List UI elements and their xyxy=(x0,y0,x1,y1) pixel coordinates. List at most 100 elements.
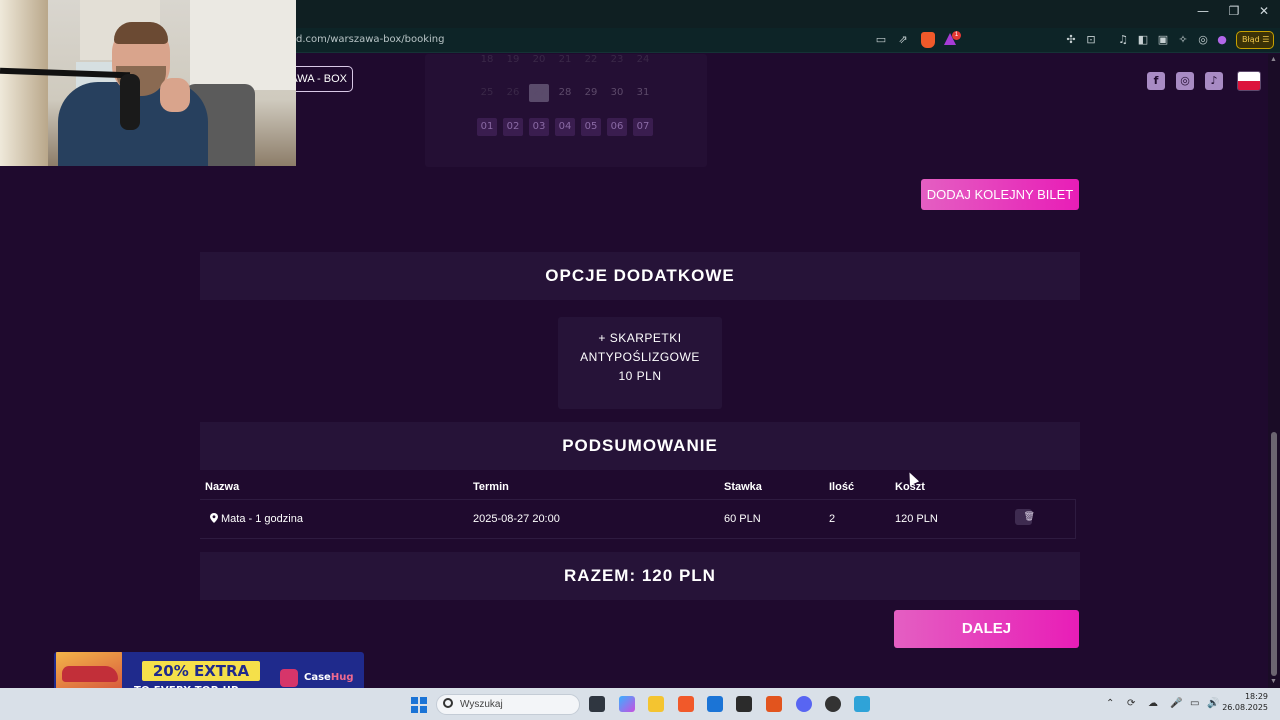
calendar-day[interactable]: 02 xyxy=(503,118,523,136)
microphone xyxy=(120,74,140,130)
task-view-icon[interactable] xyxy=(589,696,605,712)
taskbar-search-input[interactable]: Wyszukaj xyxy=(436,694,580,715)
profile-icon[interactable]: ● xyxy=(1215,33,1229,47)
row-rate: 60 PLN xyxy=(724,513,761,525)
scrollbar-thumb[interactable] xyxy=(1271,432,1277,676)
row-date: 2025-08-27 20:00 xyxy=(473,513,560,525)
ad-brand-b: Hug xyxy=(330,672,354,683)
summary-table-header: Nazwa Termin Stawka Ilość Koszt xyxy=(200,476,1080,500)
copilot-icon[interactable] xyxy=(619,696,635,712)
share-icon[interactable]: ⇗ xyxy=(896,33,910,47)
file-explorer-icon[interactable] xyxy=(648,696,664,712)
store-icon[interactable] xyxy=(707,696,723,712)
column-header-name: Nazwa xyxy=(205,481,240,493)
ad-extra-text: 20% EXTRA xyxy=(142,661,260,681)
ad-brand-a: Case xyxy=(304,672,331,683)
column-header-qty: Ilość xyxy=(829,481,855,493)
windows-taskbar xyxy=(0,688,1280,720)
calendar-day[interactable]: 28 xyxy=(555,84,575,102)
column-header-date: Termin xyxy=(473,481,509,493)
discord-icon[interactable] xyxy=(796,696,812,712)
calendar-day[interactable]: 07 xyxy=(633,118,653,136)
obs-icon[interactable] xyxy=(825,696,841,712)
scroll-down-icon[interactable]: ▼ xyxy=(1270,678,1277,685)
calendar-day[interactable]: 06 xyxy=(607,118,627,136)
date-calendar: 18 19 20 21 22 23 24 25 26 27 28 29 30 3… xyxy=(425,54,707,167)
calendar-day[interactable]: 29 xyxy=(581,84,601,102)
microphone-tray-icon[interactable]: 🎤 xyxy=(1170,698,1182,709)
webcam-window xyxy=(0,0,48,166)
next-button[interactable]: DALEJ xyxy=(894,610,1079,648)
webcam-overlay xyxy=(0,0,296,166)
row-name: Mata - 1 godzina xyxy=(221,513,303,525)
trash-icon: 🗑 xyxy=(1023,512,1035,522)
clock-date: 26.08.2025 xyxy=(1222,703,1268,712)
error-status-label: Błąd xyxy=(1242,35,1260,44)
terminal-icon[interactable] xyxy=(736,696,752,712)
network-icon[interactable]: ▭ xyxy=(1190,698,1199,709)
wallet-icon[interactable]: ▣ xyxy=(1156,33,1170,47)
polish-flag-icon[interactable] xyxy=(1237,71,1261,91)
close-icon[interactable]: ✕ xyxy=(1249,4,1279,18)
notepad-icon[interactable] xyxy=(854,696,870,712)
calendar-week-row: 25 26 27 28 29 30 31 xyxy=(477,84,653,102)
screenshot-icon[interactable]: ⊡ xyxy=(1084,33,1098,47)
instagram-icon[interactable]: ◎ xyxy=(1176,72,1194,90)
facebook-icon[interactable]: f xyxy=(1147,72,1165,90)
calendar-day[interactable]: 31 xyxy=(633,84,653,102)
addon-name-line1: + SKARPETKI xyxy=(598,331,682,345)
sidebar-icon[interactable]: ◧ xyxy=(1136,33,1150,47)
addon-price: 10 PLN xyxy=(618,369,662,383)
media-icon[interactable]: ♫ xyxy=(1116,33,1130,47)
calendar-day: 22 xyxy=(584,54,598,65)
delete-row-button[interactable]: 🗑 xyxy=(1015,509,1035,525)
extensions-icon[interactable]: ✣ xyxy=(1064,33,1078,47)
calendar-day[interactable]: 05 xyxy=(581,118,601,136)
ad-shoe-graphic xyxy=(62,666,118,682)
calendar-day: 21 xyxy=(558,54,572,65)
search-icon xyxy=(443,698,453,708)
tiktok-icon[interactable]: ♪ xyxy=(1205,72,1223,90)
volume-icon[interactable]: 🔊 xyxy=(1207,698,1219,709)
calendar-day: 23 xyxy=(610,54,624,65)
url-text[interactable]: d.com/warszawa-box/booking xyxy=(296,34,444,45)
leo-icon[interactable]: ✧ xyxy=(1176,33,1190,47)
add-ticket-button[interactable]: DODAJ KOLEJNY BILET xyxy=(921,179,1079,210)
scroll-up-icon[interactable]: ▲ xyxy=(1270,56,1277,63)
total-summary: RAZEM: 120 PLN xyxy=(200,552,1080,600)
restore-icon[interactable]: ❐ xyxy=(1219,4,1249,18)
brave-active-icon[interactable] xyxy=(766,696,782,712)
calendar-day[interactable]: 03 xyxy=(529,118,549,136)
site-logo-button[interactable]: AWA - BOX xyxy=(286,66,353,92)
minimize-icon[interactable]: — xyxy=(1188,4,1218,18)
casehug-logo-icon xyxy=(280,669,298,687)
calendar-day: 24 xyxy=(636,54,650,65)
location-pin-icon xyxy=(210,513,218,526)
calendar-day-selected[interactable]: 27 xyxy=(529,84,549,102)
brave-shields-icon[interactable] xyxy=(921,32,935,48)
calendar-week-row: 01 02 03 04 05 06 07 xyxy=(477,118,653,136)
tray-chevron-icon[interactable]: ⌃ xyxy=(1106,698,1114,709)
calendar-day: 26 xyxy=(506,87,520,98)
error-status-button[interactable]: Błąd ☰ xyxy=(1236,31,1274,49)
calendar-day: 19 xyxy=(506,54,520,65)
taskbar-clock[interactable]: 18:29 26.08.2025 xyxy=(1222,691,1268,713)
calendar-day[interactable]: 04 xyxy=(555,118,575,136)
cast-icon[interactable]: ▭ xyxy=(874,33,888,47)
streamer-hair xyxy=(114,22,168,44)
tray-sync-icon[interactable]: ⟳ xyxy=(1127,698,1135,709)
table-row: Mata - 1 godzina 2025-08-27 20:00 60 PLN… xyxy=(200,499,1076,539)
calendar-day[interactable]: 30 xyxy=(607,84,627,102)
clock-time: 18:29 xyxy=(1244,692,1268,701)
column-header-rate: Stawka xyxy=(724,481,762,493)
onedrive-icon[interactable]: ☁ xyxy=(1148,698,1158,709)
addon-name-line2: ANTYPOŚLIZGOWE xyxy=(580,350,700,364)
calendar-day: 25 xyxy=(480,87,494,98)
vpn-icon[interactable]: ◎ xyxy=(1196,33,1210,47)
windows-start-icon[interactable] xyxy=(411,697,427,713)
addon-socks-card[interactable]: + SKARPETKI ANTYPOŚLIZGOWE 10 PLN xyxy=(558,317,722,409)
extras-heading: OPCJE DODATKOWE xyxy=(200,252,1080,300)
brave-browser-icon[interactable] xyxy=(678,696,694,712)
webcam-cabinet xyxy=(190,0,296,90)
calendar-day[interactable]: 01 xyxy=(477,118,497,136)
